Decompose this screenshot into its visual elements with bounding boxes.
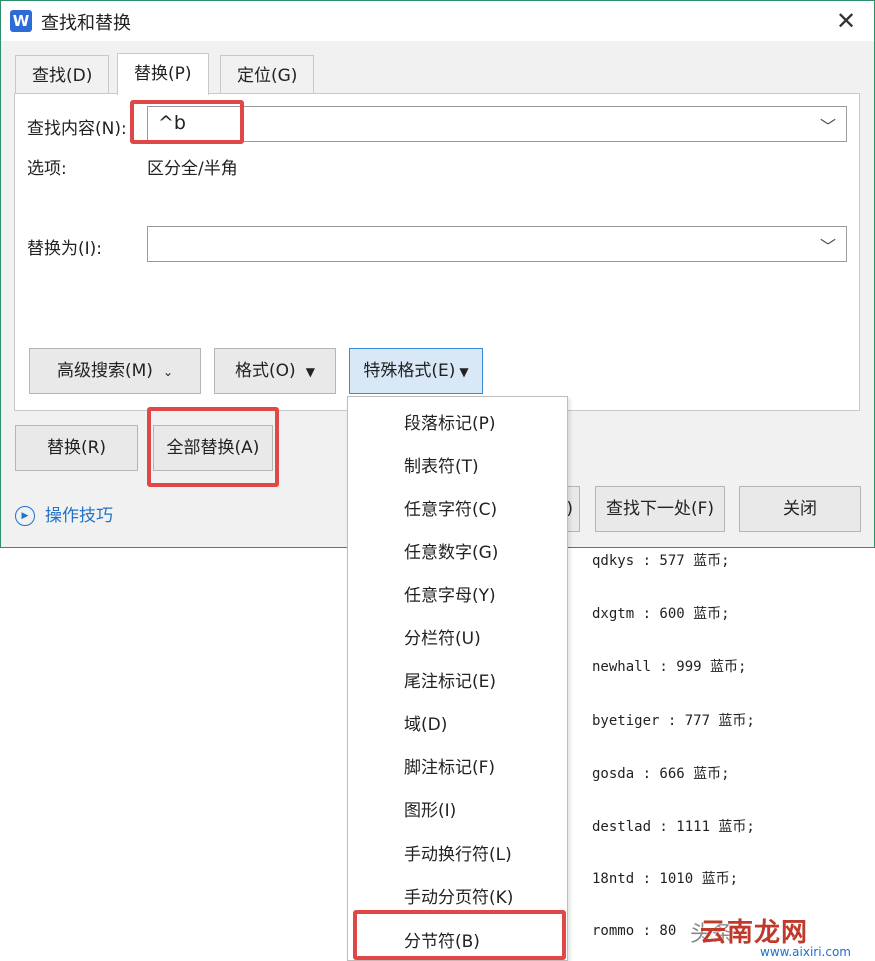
doc-line: newhall : 999 蓝币; [592, 659, 747, 675]
format-label: 格式(O) [235, 361, 296, 381]
caret-down-icon: ▼ [305, 365, 315, 379]
menu-item-manual-page-break[interactable]: 手动分页符(K) [404, 883, 513, 908]
watermark: 云南龙网 [700, 918, 809, 948]
watermark-url: www.aixiri.com [760, 945, 851, 959]
close-button[interactable]: 关闭 [739, 486, 861, 532]
special-format-menu: 段落标记(P) 制表符(T) 任意字符(C) 任意数字(G) 任意字母(Y) 分… [347, 396, 568, 961]
menu-item-section-break[interactable]: 分节符(B) [404, 927, 480, 952]
menu-item-any-digit[interactable]: 任意数字(G) [404, 538, 498, 563]
chevron-down-icon[interactable]: ﹀ [820, 113, 836, 137]
options-label: 选项: [27, 159, 67, 179]
title-bar: W 查找和替换 ✕ [1, 1, 874, 41]
menu-item-endnote-mark[interactable]: 尾注标记(E) [404, 667, 496, 692]
tab-find[interactable]: 查找(D) [15, 55, 110, 93]
format-button[interactable]: 格式(O) ▼ [214, 348, 336, 394]
tips-link[interactable]: ▶ 操作技巧 [15, 501, 113, 526]
dialog-title: 查找和替换 [41, 13, 131, 34]
doc-line: 18ntd : 1010 蓝币; [592, 871, 739, 887]
play-circle-icon: ▶ [15, 506, 35, 526]
tab-replace[interactable]: 替换(P) [117, 53, 209, 95]
replace-all-button[interactable]: 全部替换(A) [153, 425, 273, 471]
advanced-search-label: 高级搜索(M) [57, 361, 153, 381]
find-value: ^b [158, 112, 186, 134]
menu-item-field[interactable]: 域(D) [404, 710, 447, 735]
options-value: 区分全/半角 [147, 159, 238, 179]
menu-item-paragraph-mark[interactable]: 段落标记(P) [404, 409, 496, 434]
doc-line: dxgtm : 600 蓝币; [592, 606, 730, 622]
menu-item-column-break[interactable]: 分栏符(U) [404, 624, 481, 649]
doc-line: byetiger : 777 蓝币; [592, 713, 755, 729]
doc-line: destlad : 1111 蓝币; [592, 819, 755, 835]
find-label: 查找内容(N): [27, 119, 127, 139]
wps-writer-icon: W [10, 10, 32, 32]
replace-input[interactable]: ﹀ [147, 226, 847, 262]
replace-button[interactable]: 替换(R) [15, 425, 138, 471]
doc-line: gosda : 666 蓝币; [592, 766, 730, 782]
menu-item-any-letter[interactable]: 任意字母(Y) [404, 581, 496, 606]
doc-line: rommo : 80 [592, 923, 677, 939]
close-icon[interactable]: ✕ [832, 7, 860, 35]
double-chevron-icon: ⌄ [162, 365, 173, 379]
tab-goto[interactable]: 定位(G) [220, 55, 315, 93]
chevron-down-icon[interactable]: ﹀ [820, 233, 836, 257]
menu-item-footnote-mark[interactable]: 脚注标记(F) [404, 753, 495, 778]
menu-item-tab[interactable]: 制表符(T) [404, 452, 479, 477]
tips-label: 操作技巧 [45, 506, 113, 526]
doc-line: qdkys : 577 蓝币; [592, 553, 730, 569]
replace-panel: 查找内容(N): ^b ﹀ 选项: 区分全/半角 替换为(I): ﹀ 高级搜索(… [14, 93, 860, 411]
find-input[interactable]: ^b ﹀ [147, 106, 847, 142]
advanced-search-button[interactable]: 高级搜索(M) ⌄ [29, 348, 201, 394]
menu-item-any-char[interactable]: 任意字符(C) [404, 495, 497, 520]
replace-label: 替换为(I): [27, 239, 103, 259]
special-format-label: 特殊格式(E) [363, 361, 456, 381]
menu-item-manual-line-break[interactable]: 手动换行符(L) [404, 840, 512, 865]
menu-item-graphic[interactable]: 图形(I) [404, 796, 456, 821]
find-next-button[interactable]: 查找下一处(F) [595, 486, 725, 532]
caret-down-icon: ▼ [459, 365, 469, 379]
special-format-button[interactable]: 特殊格式(E) ▼ [349, 348, 483, 394]
